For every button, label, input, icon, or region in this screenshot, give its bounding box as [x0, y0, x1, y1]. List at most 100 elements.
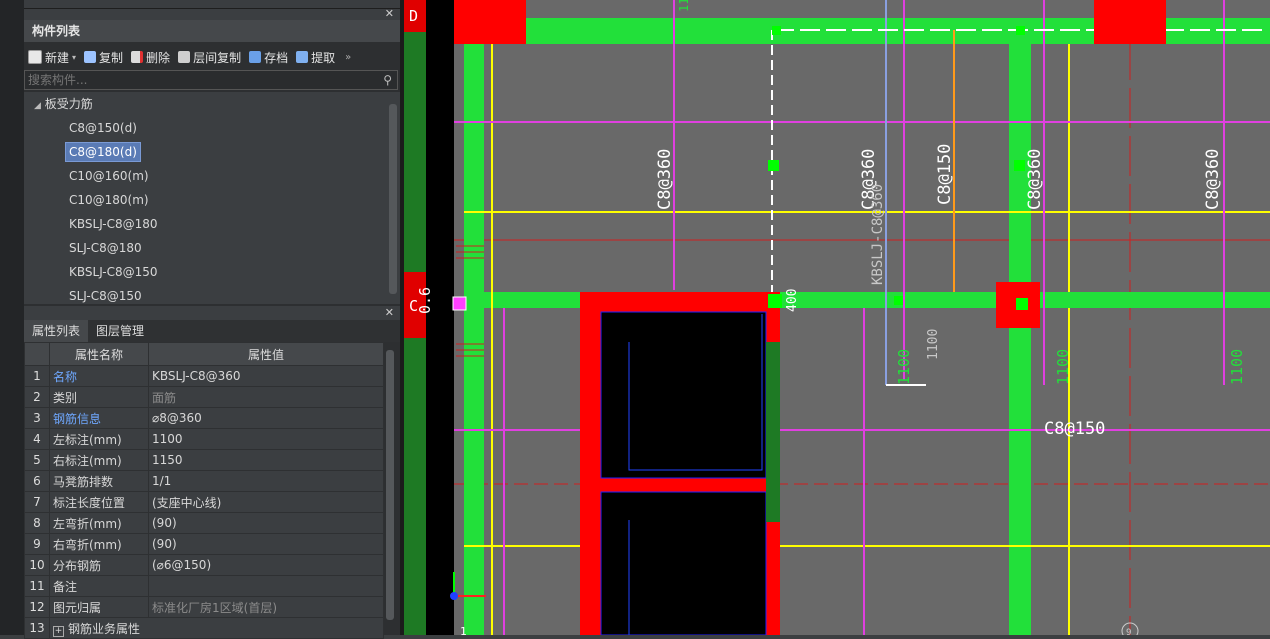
- component-list-title: 构件列表: [24, 20, 400, 42]
- copy-button[interactable]: 复制: [84, 49, 123, 66]
- property-value[interactable]: (⌀6@150): [148, 554, 384, 576]
- floor-copy-icon: [178, 51, 191, 63]
- tree-item[interactable]: KBSLJ-C8@150: [24, 260, 400, 284]
- dim-label: 1100: [1054, 349, 1072, 385]
- copy-icon: [84, 51, 97, 63]
- kbslj-label: KBSLJ-C8@360: [870, 184, 886, 285]
- property-value[interactable]: KBSLJ-C8@360: [148, 365, 384, 387]
- property-panel-header: ✕: [24, 306, 400, 320]
- dropdown-arrow-icon[interactable]: ▾: [72, 53, 76, 62]
- table-row[interactable]: 1 名称 KBSLJ-C8@360: [24, 365, 384, 387]
- dim-label: 400: [785, 289, 800, 312]
- beam-right: [1009, 30, 1031, 635]
- component-search: ⚲: [24, 70, 398, 90]
- grip-point[interactable]: [768, 160, 779, 171]
- col-name-header: 属性名称: [49, 342, 149, 366]
- grip-point[interactable]: [1016, 298, 1028, 310]
- axis-label-d: D: [409, 7, 418, 25]
- component-toolbar: 新建 ▾ 复制 删除 层间复制 存档 提取 »: [24, 44, 400, 70]
- tree-scrollbar[interactable]: [389, 104, 397, 294]
- extract-icon: [296, 51, 309, 63]
- property-value[interactable]: 1/1: [148, 470, 384, 492]
- opening: [600, 491, 767, 635]
- property-tabs: 属性列表 图层管理: [24, 320, 400, 342]
- ucs-origin-icon: [450, 592, 458, 600]
- grip-point[interactable]: [1014, 160, 1025, 171]
- property-value[interactable]: (90): [148, 512, 384, 534]
- rebar-label: C8@150: [935, 144, 955, 205]
- component-tree: ◢ 板受力筋 C8@150(d) C8@180(d) C10@160(m) C1…: [24, 92, 400, 304]
- rebar-label: C8@150: [1044, 419, 1105, 439]
- opening: [600, 311, 767, 479]
- save-icon: [249, 51, 262, 63]
- close-icon[interactable]: ✕: [385, 306, 394, 319]
- property-grid: 属性名称 属性值 1 名称 KBSLJ-C8@360 2 类别 面筋 3 钢筋信息 ⌀8@3…: [24, 342, 384, 639]
- grip-point[interactable]: [894, 296, 903, 305]
- beam-left: [464, 0, 484, 635]
- close-icon[interactable]: ✕: [385, 7, 394, 20]
- table-row[interactable]: 7 标注长度位置 (支座中心线): [24, 491, 384, 513]
- tree-item[interactable]: SLJ-C8@180: [24, 236, 400, 260]
- search-icon[interactable]: ⚲: [383, 73, 392, 87]
- grip-point[interactable]: [1016, 26, 1025, 35]
- property-value: 面筋: [148, 386, 384, 408]
- property-value: 标准化厂房1区域(首层): [148, 596, 384, 618]
- dim-label: 0.6: [416, 287, 434, 314]
- table-row[interactable]: 2 类别 面筋: [24, 386, 384, 408]
- dim-label: 1: [460, 625, 467, 635]
- property-value[interactable]: [148, 575, 384, 597]
- table-row[interactable]: 10 分布钢筋 (⌀6@150): [24, 554, 384, 576]
- dim-label: 1100: [926, 329, 941, 360]
- table-row[interactable]: 11 备注: [24, 575, 384, 597]
- grip-point[interactable]: [772, 26, 781, 35]
- delete-icon: [131, 51, 144, 63]
- table-row[interactable]: 5 右标注(mm) 1150: [24, 449, 384, 471]
- tree-root[interactable]: ◢ 板受力筋: [24, 92, 400, 116]
- rebar-label: C8@360: [1025, 149, 1045, 210]
- property-value[interactable]: ⌀8@360: [148, 407, 384, 429]
- delete-button[interactable]: 删除: [131, 49, 170, 66]
- dim-label: 1100: [895, 349, 913, 385]
- search-input[interactable]: [25, 71, 371, 89]
- floor-copy-button[interactable]: 层间复制: [178, 49, 241, 66]
- black-wall: [426, 0, 454, 635]
- tree-item[interactable]: C8@150(d): [24, 116, 400, 140]
- cad-canvas[interactable]: D C 0.6 C8@360 C8@360 C8@150 C8@360 C8@3…: [404, 0, 1270, 635]
- table-row[interactable]: 8 左弯折(mm) (90): [24, 512, 384, 534]
- save-button[interactable]: 存档: [249, 49, 288, 66]
- grip-point[interactable]: [768, 294, 782, 308]
- tree-item[interactable]: C10@180(m): [24, 188, 400, 212]
- tree-item[interactable]: KBSLJ-C8@180: [24, 212, 400, 236]
- tab-properties[interactable]: 属性列表: [24, 320, 89, 342]
- grip-point[interactable]: [452, 296, 467, 311]
- property-value[interactable]: 1150: [148, 449, 384, 471]
- new-icon: [28, 50, 42, 64]
- tree-item[interactable]: SLJ-C8@150: [24, 284, 400, 304]
- table-row[interactable]: 13 + 钢筋业务属性: [24, 617, 384, 639]
- dim-label: 1100: [1228, 349, 1246, 385]
- dim-label: 1100: [677, 0, 691, 12]
- table-row[interactable]: 12 图元归属 标准化厂房1区域(首层): [24, 596, 384, 618]
- collapse-arrow-icon[interactable]: ◢: [34, 101, 41, 111]
- table-row[interactable]: 9 右弯折(mm) (90): [24, 533, 384, 555]
- tree-item-selected[interactable]: C8@180(d): [24, 140, 400, 164]
- green-strip: [766, 342, 780, 522]
- extract-button[interactable]: 提取: [296, 49, 335, 66]
- table-row[interactable]: 4 左标注(mm) 1100: [24, 428, 384, 450]
- table-row[interactable]: 6 马凳筋排数 1/1: [24, 470, 384, 492]
- property-scrollbar[interactable]: [386, 350, 394, 620]
- tab-layers[interactable]: 图层管理: [88, 320, 152, 342]
- tree-item[interactable]: C10@160(m): [24, 164, 400, 188]
- canvas-background: [404, 0, 1270, 635]
- rebar-label: C8@360: [1203, 149, 1223, 210]
- component-panel-header: ✕: [24, 7, 400, 20]
- col-index-header: [24, 342, 50, 366]
- new-button[interactable]: 新建 ▾: [28, 49, 76, 66]
- property-value[interactable]: (支座中心线): [148, 491, 384, 513]
- axis-label-9: 9: [1126, 628, 1131, 635]
- toolbar-overflow-icon[interactable]: »: [345, 52, 351, 63]
- property-value[interactable]: 1100: [148, 428, 384, 450]
- table-row[interactable]: 3 钢筋信息 ⌀8@360: [24, 407, 384, 429]
- collapsed-panel-bar[interactable]: [24, 0, 400, 9]
- property-value[interactable]: (90): [148, 533, 384, 555]
